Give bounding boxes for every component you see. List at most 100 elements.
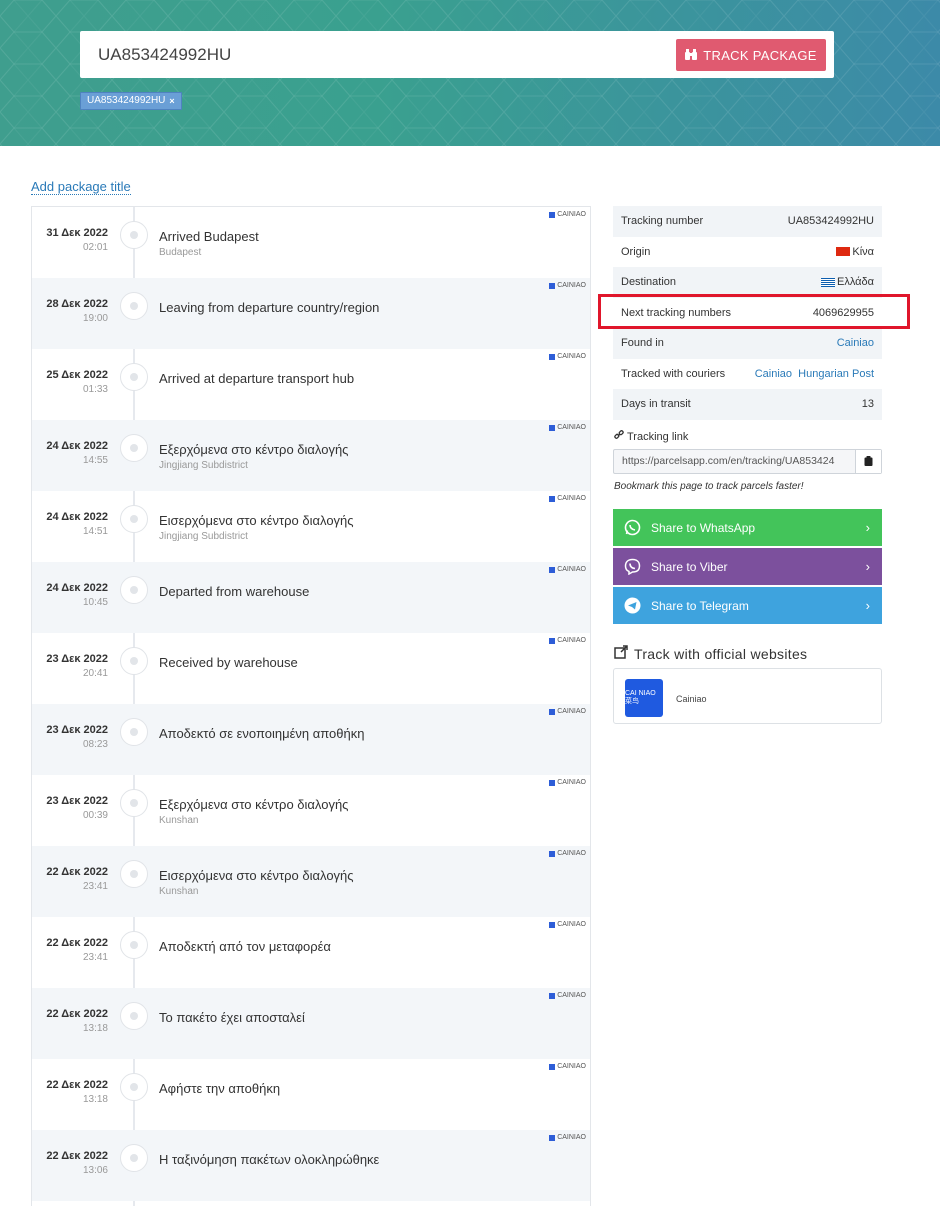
event-time: 13:18 — [82, 1094, 108, 1105]
courier-badge-label: CAINIAO — [557, 708, 586, 715]
timeline-event: 22 Δεκ 2022 23:41 Εισερχόμενα στο κέντρο δ… — [32, 846, 590, 917]
timeline-event: 23 Δεκ 2022 08:23 Αποδεκτό σε ενοποιημένη … — [32, 704, 590, 775]
timeline-dot-icon — [120, 576, 148, 604]
destination-value: Ελλάδα — [836, 276, 874, 289]
cainiao-square-icon — [549, 992, 556, 999]
courier-badge-label: CAINIAO — [557, 779, 586, 786]
tracking-link-label: Tracking link — [614, 430, 688, 443]
event-title: Arrived Budapest — [159, 229, 259, 244]
timeline-dot-icon — [120, 789, 148, 817]
track-package-button[interactable]: TRACK PACKAGE — [676, 39, 826, 71]
share-whatsapp-button[interactable]: Share to WhatsApp › — [613, 509, 882, 546]
event-time: 01:33 — [82, 384, 108, 395]
courier-badge: CAINIAO — [549, 1063, 586, 1070]
timeline-event: 23 Δεκ 2022 00:39 Εξερχόμενα στο κέντρο δι… — [32, 775, 590, 846]
info-label: Days in transit — [621, 398, 691, 411]
header-banner: TRACK PACKAGE UA853424992HU × — [0, 0, 940, 146]
timeline-dot-icon — [120, 434, 148, 462]
timeline-event: 22 Δεκ 2022 13:18 Το πακέτο έχει αποσταλεί… — [32, 988, 590, 1059]
courier-link-cainiao[interactable]: Cainiao — [755, 368, 792, 380]
tracking-search-input[interactable] — [98, 43, 658, 67]
cainiao-square-icon — [549, 424, 556, 431]
event-title: Εξερχόμενα στο κέντρο διαλογής — [159, 442, 349, 457]
info-row-tracking-number: Tracking number UA853424992HU — [613, 206, 882, 237]
event-title: Departed from warehouse — [159, 584, 310, 599]
courier-badge-label: CAINIAO — [557, 1134, 586, 1141]
courier-badge-label: CAINIAO — [557, 566, 586, 573]
event-time: 10:45 — [82, 597, 108, 608]
add-package-title-link[interactable]: Add package title — [31, 179, 131, 195]
courier-badge-label: CAINIAO — [557, 992, 586, 999]
courier-badge: CAINIAO — [549, 495, 586, 502]
event-title: Received by warehouse — [159, 655, 298, 670]
courier-badge-label: CAINIAO — [557, 211, 586, 218]
courier-badge-label: CAINIAO — [557, 424, 586, 431]
cainiao-square-icon — [549, 282, 556, 289]
courier-badge: CAINIAO — [549, 850, 586, 857]
event-time: 19:00 — [82, 313, 108, 324]
official-site-name: Cainiao — [676, 694, 707, 704]
cainiao-square-icon — [549, 495, 556, 502]
timeline-event: 22 Δεκ 2022 13:18 Αφήστε την αποθήκη CAINIA… — [32, 1059, 590, 1130]
event-date: 22 Δεκ 2022 — [46, 937, 108, 949]
event-title: Αποδεκτό σε ενοποιημένη αποθήκη — [159, 726, 365, 741]
found-in-link[interactable]: Cainiao — [837, 337, 874, 349]
event-time: 14:55 — [82, 455, 108, 466]
event-time: 23:41 — [82, 881, 108, 892]
event-time: 02:01 — [82, 242, 108, 253]
cainiao-square-icon — [549, 566, 556, 573]
timeline-event: 23 Δεκ 2022 20:41 Received by warehouse CAI… — [32, 633, 590, 704]
courier-link-hungarian-post[interactable]: Hungarian Post — [798, 368, 874, 380]
copy-link-button[interactable] — [855, 450, 881, 473]
whatsapp-icon — [623, 519, 641, 537]
event-time: 00:39 — [82, 810, 108, 821]
courier-badge-label: CAINIAO — [557, 353, 586, 360]
timeline-dot-icon — [120, 860, 148, 888]
info-label: Found in — [621, 337, 664, 350]
cainiao-square-icon — [549, 1063, 556, 1070]
link-icon — [614, 430, 624, 443]
tracking-link-input[interactable]: https://parcelsapp.com/en/tracking/UA853… — [614, 450, 856, 473]
external-link-icon — [614, 645, 628, 662]
share-viber-button[interactable]: Share to Viber › — [613, 548, 882, 585]
event-time: 08:23 — [82, 739, 108, 750]
timeline-dot-icon — [120, 292, 148, 320]
event-date: 22 Δεκ 2022 — [46, 1008, 108, 1020]
courier-badge-label: CAINIAO — [557, 921, 586, 928]
courier-badge-label: CAINIAO — [557, 1063, 586, 1070]
remove-chip-icon[interactable]: × — [169, 93, 174, 109]
info-row-found-in: Found in Cainiao — [613, 328, 882, 359]
tracking-timeline: 31 Δεκ 2022 02:01 Arrived Budapest Budapest… — [31, 206, 591, 1206]
courier-badge-label: CAINIAO — [557, 282, 586, 289]
viber-icon — [623, 558, 641, 576]
tracking-chip[interactable]: UA853424992HU × — [80, 92, 182, 110]
share-viber-label: Share to Viber — [651, 559, 728, 574]
share-telegram-button[interactable]: Share to Telegram › — [613, 587, 882, 624]
event-date: 31 Δεκ 2022 — [46, 227, 108, 239]
bookmark-hint: Bookmark this page to track parcels fast… — [614, 481, 804, 492]
event-title: Το πακέτο έχει αποσταλεί — [159, 1010, 305, 1025]
tracking-number-value: UA853424992HU — [787, 215, 874, 228]
china-flag-icon — [836, 247, 851, 257]
clipboard-icon — [864, 453, 873, 471]
event-location: Kunshan — [159, 886, 199, 897]
courier-badge: CAINIAO — [549, 1134, 586, 1141]
courier-badge: CAINIAO — [549, 353, 586, 360]
timeline-dot-icon — [120, 505, 148, 533]
cainiao-square-icon — [549, 353, 556, 360]
greece-flag-icon — [820, 277, 835, 287]
chip-label: UA853424992HU — [87, 95, 166, 106]
courier-badge: CAINIAO — [549, 282, 586, 289]
event-title: Αποδεκτή από τον μεταφορέα — [159, 939, 331, 954]
event-time: 13:06 — [82, 1165, 108, 1176]
courier-badge-label: CAINIAO — [557, 495, 586, 502]
chevron-right-icon: › — [865, 520, 870, 535]
event-time: 14:51 — [82, 526, 108, 537]
cainiao-square-icon — [549, 708, 556, 715]
event-location: Budapest — [159, 247, 202, 258]
courier-badge: CAINIAO — [549, 708, 586, 715]
info-row-couriers: Tracked with couriers Cainiao Hungarian … — [613, 359, 882, 390]
official-site-cainiao[interactable]: CAI NIAO 菜鸟 Cainiao — [613, 668, 882, 724]
cainiao-square-icon — [549, 211, 556, 218]
timeline-event: 24 Δεκ 2022 10:45 Departed from warehouse C… — [32, 562, 590, 633]
